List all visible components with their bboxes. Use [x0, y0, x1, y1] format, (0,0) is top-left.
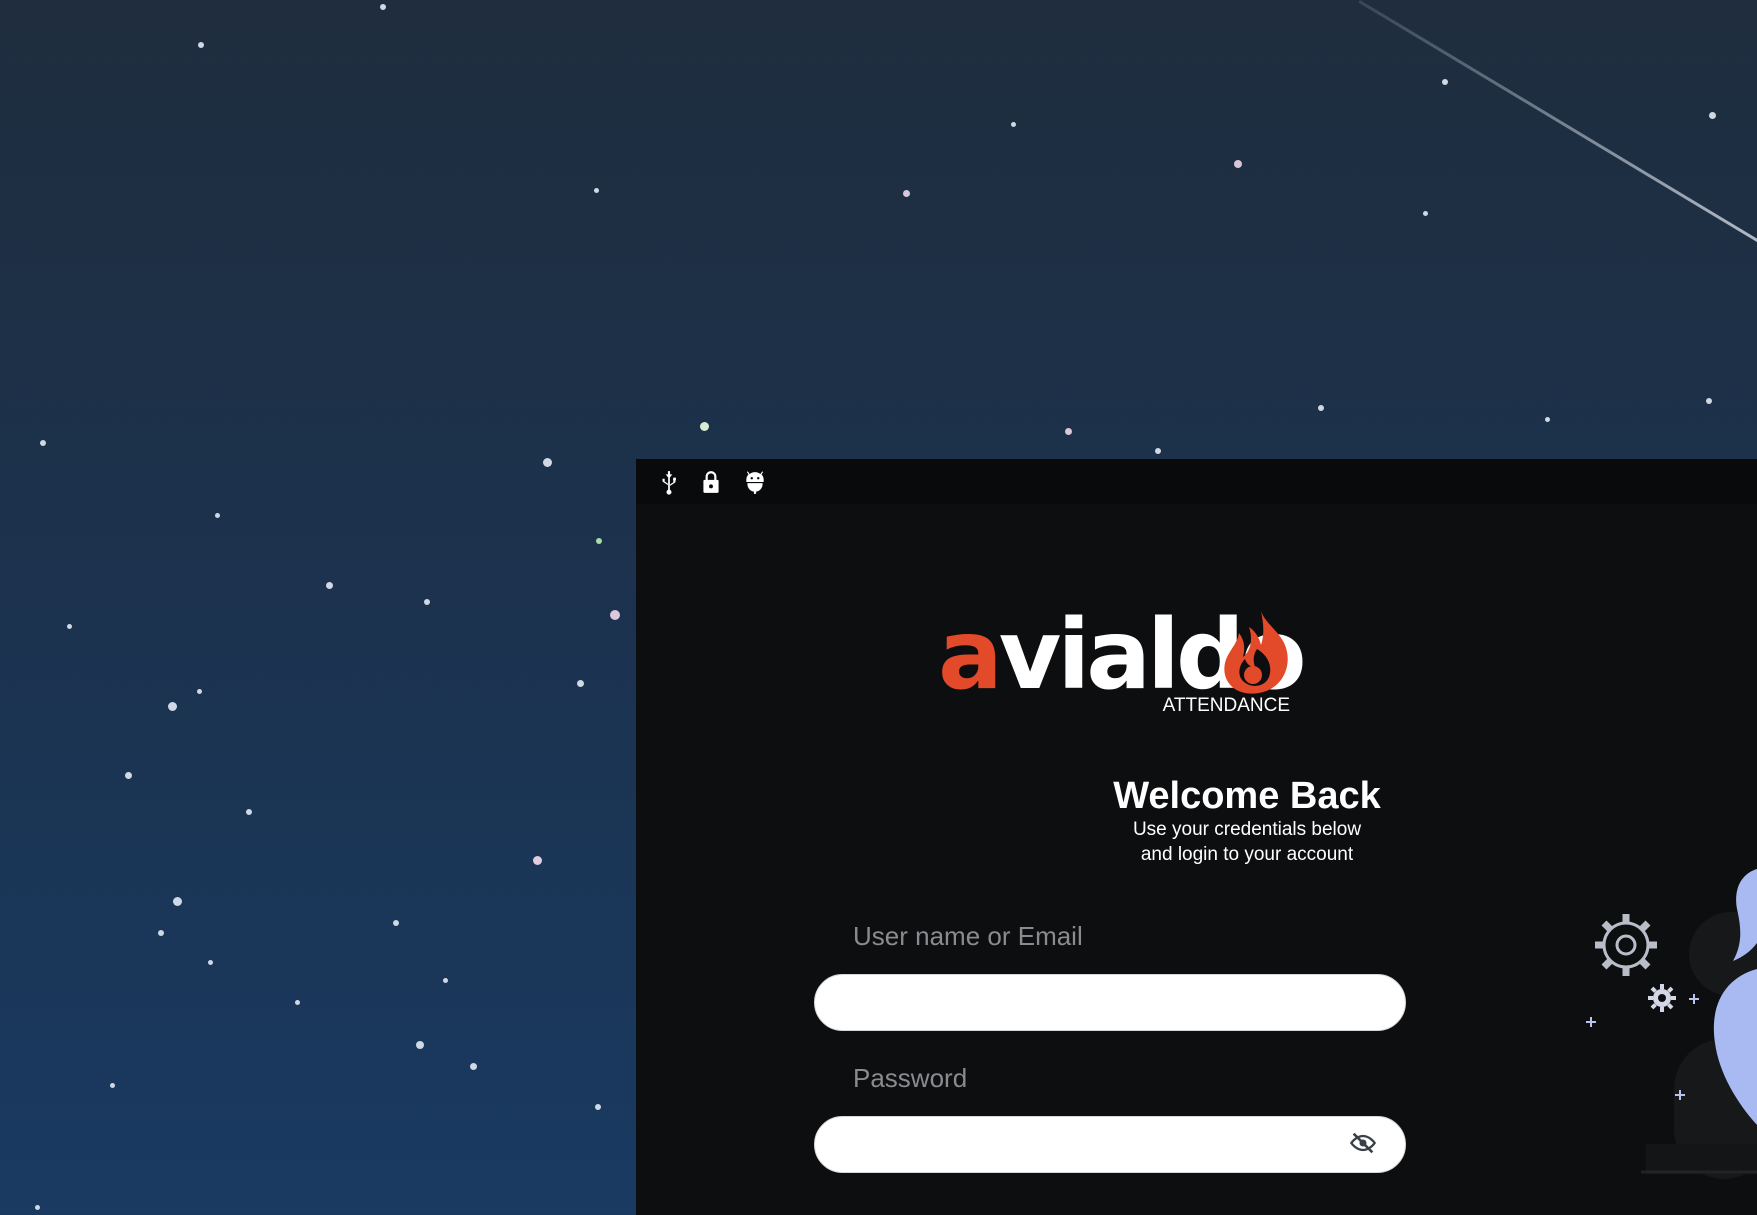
- star: [1709, 112, 1716, 119]
- star: [1442, 79, 1448, 85]
- username-label: User name or Email: [853, 921, 1083, 951]
- status-bar: [636, 459, 1757, 504]
- usb-icon: [662, 471, 676, 495]
- star: [197, 689, 202, 694]
- password-input[interactable]: [814, 1116, 1406, 1173]
- star: [543, 458, 552, 467]
- star: [577, 680, 584, 687]
- star: [1234, 160, 1242, 168]
- star: [198, 42, 204, 48]
- star: [158, 930, 164, 936]
- lock-icon: [703, 471, 719, 493]
- star: [610, 610, 620, 620]
- logo-subtitle: ATTENDANCE: [1162, 695, 1290, 716]
- star: [700, 422, 709, 431]
- star: [1318, 405, 1324, 411]
- gear-icon: [1595, 914, 1657, 976]
- star: [533, 856, 542, 865]
- meteor-streak: [1358, 0, 1757, 245]
- star: [1011, 122, 1016, 127]
- flame-icon: [1224, 611, 1288, 694]
- welcome-subtitle: Use your credentials below and login to …: [1132, 819, 1362, 865]
- star: [125, 772, 132, 779]
- welcome-title: Welcome Back: [1113, 775, 1381, 817]
- star: [208, 960, 213, 965]
- star: [173, 897, 182, 906]
- star: [215, 513, 220, 518]
- star: [443, 978, 448, 983]
- star: [594, 188, 599, 193]
- star: [424, 599, 430, 605]
- star: [1155, 448, 1161, 454]
- star: [596, 538, 602, 544]
- decorative-illustration: [1586, 869, 1757, 1179]
- star: [295, 1000, 300, 1005]
- star: [1706, 398, 1712, 404]
- star: [1065, 428, 1072, 435]
- star: [67, 624, 72, 629]
- star: [1545, 417, 1550, 422]
- star: [246, 809, 252, 815]
- visibility-off-icon[interactable]: [1349, 1129, 1377, 1157]
- avialdo-logo: avialdo ATTENDANCE: [938, 607, 1307, 716]
- star: [903, 190, 910, 197]
- star: [595, 1104, 601, 1110]
- star: [416, 1041, 424, 1049]
- star: [1423, 211, 1428, 216]
- star: [35, 1205, 40, 1210]
- star: [470, 1063, 477, 1070]
- gear-small-icon: [1648, 984, 1676, 1012]
- star: [168, 702, 177, 711]
- star: [326, 582, 333, 589]
- star: [380, 4, 386, 10]
- username-input[interactable]: [814, 974, 1406, 1031]
- android-icon: [746, 471, 764, 494]
- star: [110, 1083, 115, 1088]
- app-window: avialdo ATTENDANCE Welcome Back Use your…: [636, 459, 1757, 1215]
- star: [40, 440, 46, 446]
- star: [393, 920, 399, 926]
- password-label: Password: [853, 1063, 968, 1093]
